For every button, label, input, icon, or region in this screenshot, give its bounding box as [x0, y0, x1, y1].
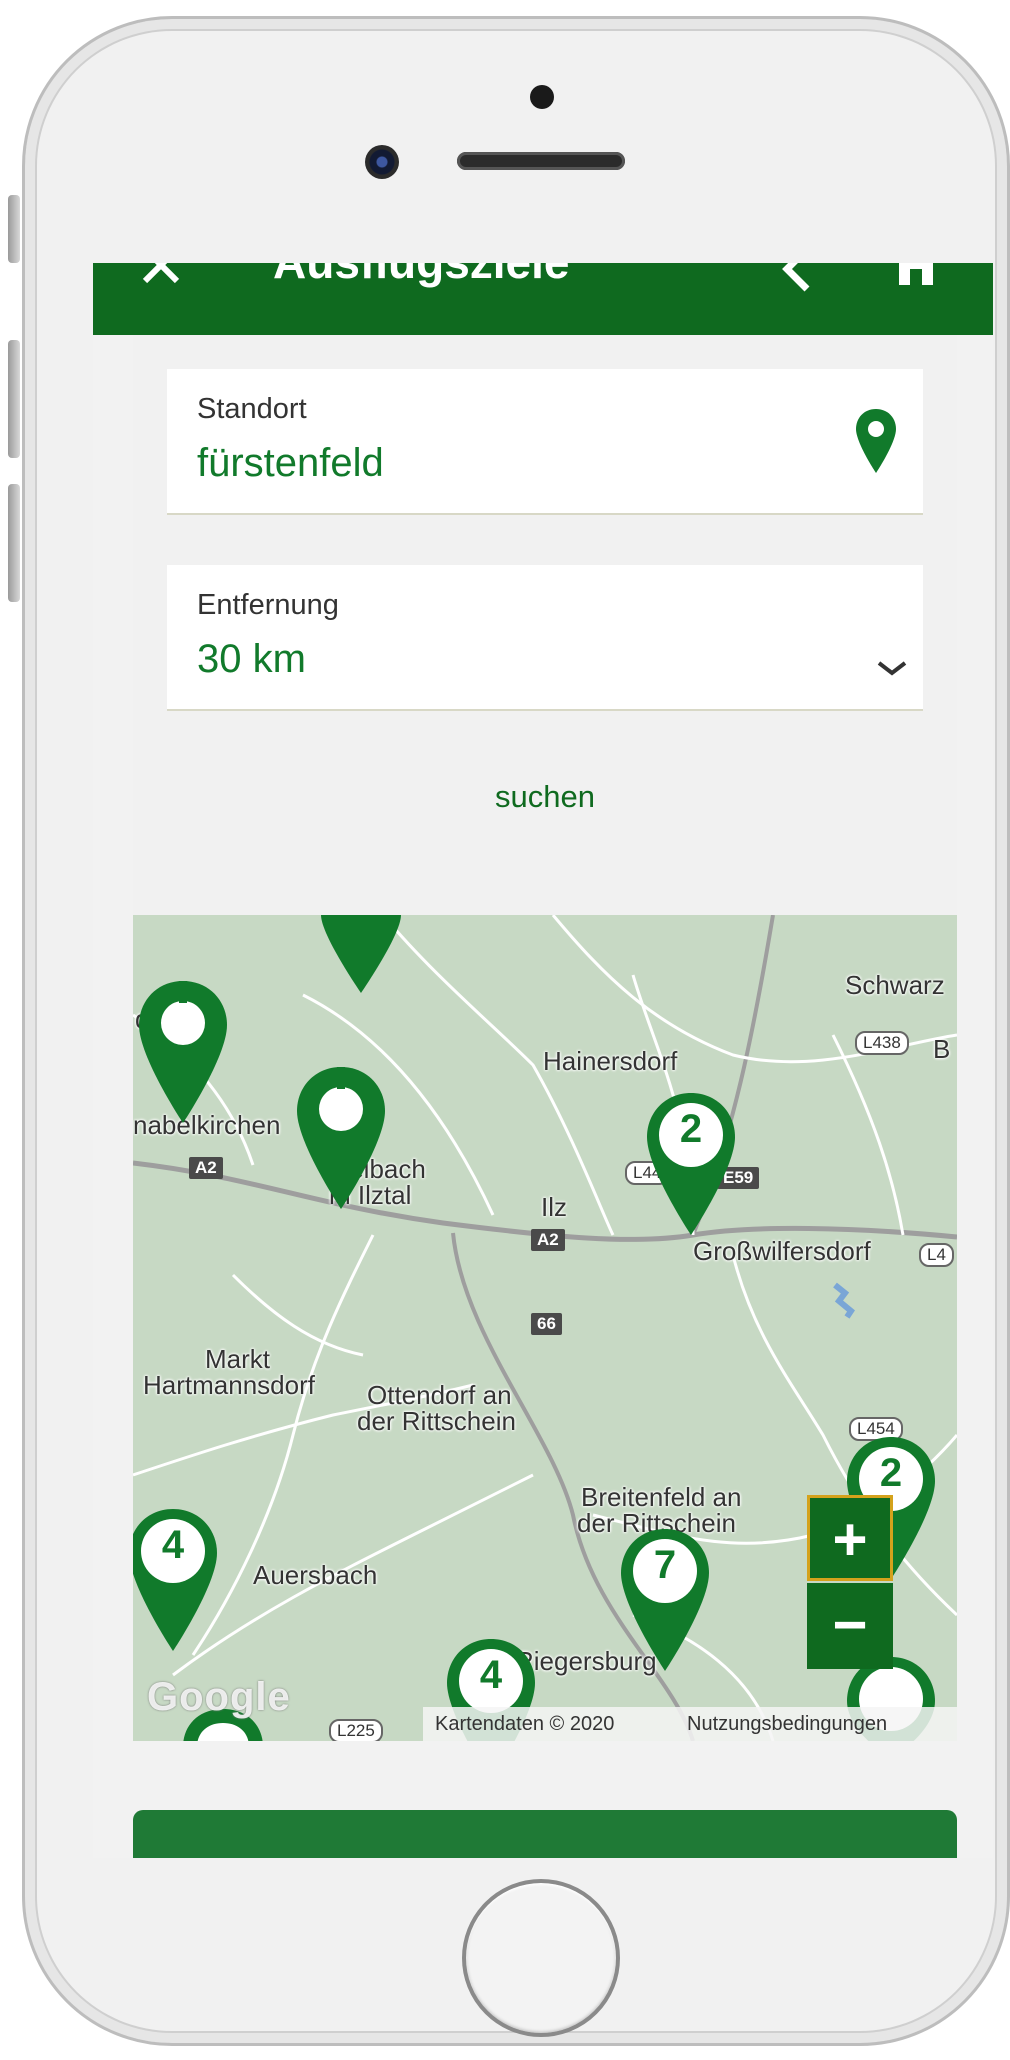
place-label: Großwilfersdorf: [693, 1236, 871, 1266]
volume-down-button: [8, 484, 20, 602]
road-badge: A2: [189, 1157, 223, 1179]
location-label: Standort: [197, 393, 307, 425]
map-view[interactable]: Schwarz B dorf Hainersdorf nabelkirchen …: [133, 915, 957, 1741]
map-pin-marker[interactable]: [293, 1065, 389, 1211]
device-stage: Ausflugsziele Standort fürstenfeld: [0, 0, 1010, 2060]
map-data-copyright: Kartendaten © 2020: [435, 1713, 615, 1735]
proximity-sensor: [530, 85, 554, 109]
zoom-in-button[interactable]: +: [807, 1495, 893, 1581]
place-label: Hainersdorf: [543, 1046, 678, 1076]
distance-field[interactable]: Entfernung 30 km: [167, 565, 923, 711]
phone-frame: Ausflugsziele Standort fürstenfeld: [22, 16, 1010, 2046]
location-input[interactable]: fürstenfeld: [197, 441, 384, 486]
place-label: Markt: [205, 1344, 270, 1374]
distance-label: Entfernung: [197, 589, 339, 621]
road-badge: A2: [531, 1229, 565, 1251]
distance-select[interactable]: 30 km: [197, 637, 306, 682]
map-cluster-pin[interactable]: 7: [617, 1527, 713, 1673]
route-badge: L438: [855, 1031, 909, 1055]
cluster-count: 2: [679, 1107, 703, 1151]
mute-switch: [8, 195, 20, 263]
home-hardware-button[interactable]: [462, 1879, 620, 2037]
place-label: Ottendorf an: [367, 1380, 512, 1410]
chevron-down-icon[interactable]: [875, 659, 909, 679]
map-pin-marker[interactable]: [313, 915, 409, 995]
cluster-count: 4: [479, 1653, 503, 1697]
route-badge: L4: [919, 1243, 954, 1267]
map-attribution: Kartendaten © 2020 Nutzungsbedingungen: [423, 1707, 957, 1741]
cluster-count: 4: [161, 1523, 185, 1567]
page-title: Ausflugsziele: [273, 263, 570, 289]
place-label: Schwarz: [845, 970, 945, 1000]
chevron-left-icon[interactable]: [773, 263, 827, 303]
google-logo: Google: [147, 1675, 291, 1719]
road-badge: 66: [531, 1313, 562, 1335]
map-pin-marker[interactable]: [135, 979, 231, 1125]
place-label: Ilz: [541, 1192, 567, 1222]
map-cluster-pin[interactable]: 2: [643, 1091, 739, 1237]
route-badge: L225: [329, 1719, 383, 1741]
front-camera: [365, 145, 399, 179]
close-icon[interactable]: [137, 263, 191, 303]
map-cluster-pin[interactable]: 4: [133, 1507, 221, 1653]
cluster-count: 7: [653, 1543, 677, 1587]
terms-link[interactable]: Nutzungsbedingungen: [687, 1707, 887, 1741]
zoom-out-button[interactable]: −: [807, 1583, 893, 1669]
results-button[interactable]: [133, 1810, 957, 1858]
earpiece-speaker: [457, 152, 625, 170]
place-label: Breitenfeld an: [581, 1482, 742, 1512]
location-field[interactable]: Standort fürstenfeld: [167, 369, 923, 515]
place-label: Auersbach: [253, 1560, 378, 1590]
home-icon[interactable]: [889, 263, 943, 303]
place-label: der Rittschein: [357, 1406, 516, 1436]
volume-up-button: [8, 340, 20, 458]
place-label: B: [933, 1034, 951, 1064]
app-header: Ausflugsziele: [93, 263, 993, 335]
cluster-count: 2: [879, 1451, 903, 1495]
place-label: Hartmannsdorf: [143, 1370, 315, 1400]
app-screen: Ausflugsziele Standort fürstenfeld: [93, 263, 993, 1858]
location-pin-icon[interactable]: [853, 407, 899, 477]
search-button[interactable]: suchen: [133, 779, 957, 815]
